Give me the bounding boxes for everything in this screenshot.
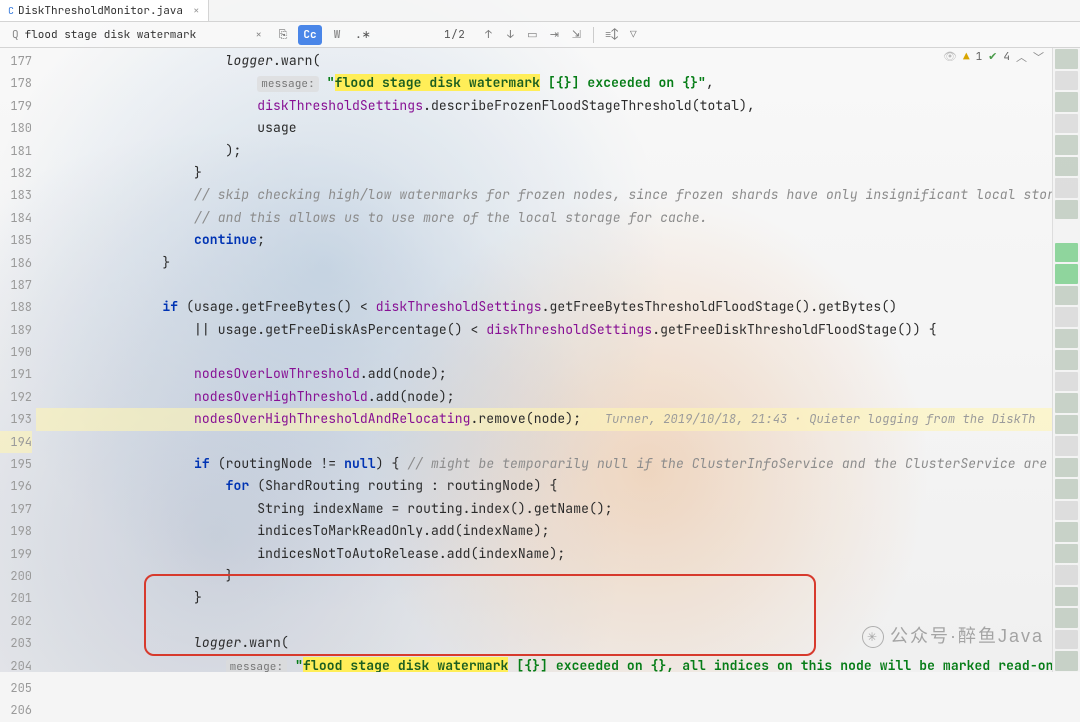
wechat-icon: ✳ [862,626,884,648]
watermark: ✳公众号·醉鱼Java [862,622,1044,648]
minimap[interactable] [1052,48,1080,672]
file-tab-label: DiskThresholdMonitor.java [18,4,183,18]
filter-icon[interactable]: ▽ [624,28,642,42]
search-icon: Q [12,28,19,42]
ok-icon: ✔ [988,50,997,64]
select-all-icon[interactable]: ▭ [523,28,541,42]
search-input[interactable]: Q flood stage disk watermark × [6,24,268,46]
line-number-gutter: 1771781791801811821831841851861871881891… [0,48,36,672]
find-bar: Q flood stage disk watermark × ⎘ Cc W .∗… [0,22,1080,48]
match-case-button[interactable]: Cc [298,25,322,45]
settings-icon[interactable]: ≡↕ [602,28,620,42]
file-tab[interactable]: C DiskThresholdMonitor.java × [0,0,209,21]
open-in-find-icon[interactable]: ⇲ [567,28,585,42]
chevron-down-icon[interactable]: ﹀ [1033,49,1044,65]
pin-icon[interactable]: ⎘ [272,25,294,45]
warning-icon: ▲ [963,50,970,64]
close-icon[interactable]: × [187,4,200,18]
add-selection-icon[interactable]: ⇥ [545,28,563,42]
next-match-icon[interactable]: ↓ [501,28,519,42]
ok-count: 4 [1003,50,1010,64]
warning-count: 1 [976,50,983,64]
inspection-status: 👁 ▲ 1 ✔ 4 ︿ ﹀ [943,48,1044,66]
chevron-up-icon[interactable]: ︿ [1016,49,1027,65]
code-editor[interactable]: 1771781791801811821831841851861871881891… [0,48,1080,672]
search-query: flood stage disk watermark [25,28,256,42]
eye-icon[interactable]: 👁 [943,50,957,64]
match-counter: 1/2 [444,28,465,42]
java-class-icon: C [8,4,14,17]
clear-search-icon[interactable]: × [255,28,262,42]
code-pane[interactable]: logger.warn( message: "flood stage disk … [36,48,1052,672]
tab-bar: C DiskThresholdMonitor.java × [0,0,1080,22]
regex-button[interactable]: .∗ [352,25,374,45]
prev-match-icon[interactable]: ↑ [479,28,497,42]
words-button[interactable]: W [326,25,348,45]
